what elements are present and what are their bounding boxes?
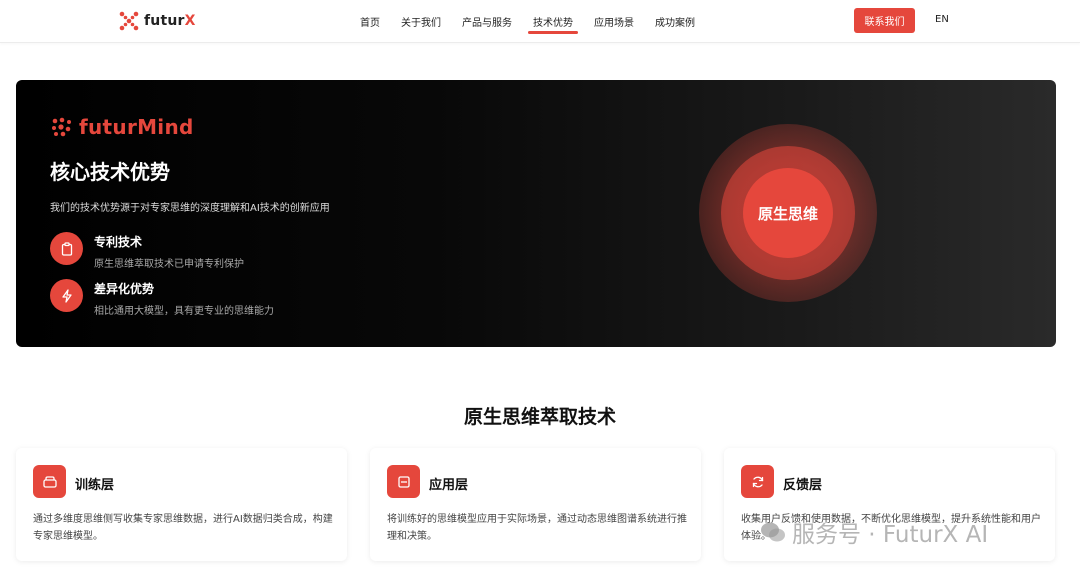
card-application-layer: 应用层 将训练好的思维模型应用于实际场景，通过动态思维图谱系统进行推理和决策。	[370, 448, 701, 561]
futurmind-logo-icon	[52, 117, 71, 137]
card-title: 反馈层	[783, 478, 823, 493]
feature-patent: 专利技术 原生思维萃取技术已申请专利保护	[50, 232, 244, 270]
orb-core: 原生思维	[743, 168, 833, 258]
hero-banner: futurMind 核心技术优势 我们的技术优势源于对专家思维的深度理解和AI技…	[16, 80, 1056, 347]
orb-label: 原生思维	[757, 204, 818, 223]
nav-link-home[interactable]: 首页	[360, 0, 380, 43]
card-title: 训练层	[75, 478, 115, 493]
nav-link-products[interactable]: 产品与服务	[462, 0, 512, 43]
nav-link-scenarios[interactable]: 应用场景	[594, 0, 634, 43]
section-title: 原生思维萃取技术	[463, 406, 616, 428]
clipboard-icon	[50, 232, 83, 265]
feature-differentiation: 差异化优势 相比通用大模型，具有更专业的思维能力	[50, 279, 274, 317]
layers-icon	[33, 465, 66, 498]
card-feedback-layer: 反馈层 收集用户反馈和使用数据，不断优化思维模型，提升系统性能和用户体验。	[724, 448, 1055, 561]
logo-mark-icon	[119, 11, 139, 31]
nav-link-technology[interactable]: 技术优势	[528, 0, 578, 43]
lightning-icon	[50, 279, 83, 312]
card-description: 将训练好的思维模型应用于实际场景，通过动态思维图谱系统进行推理和决策。	[387, 514, 687, 542]
card-training-layer: 训练层 通过多维度思维侧写收集专家思维数据，进行AI数据归类合成，构建专家思维模…	[16, 448, 347, 561]
hero-brand: futurMind	[51, 115, 194, 139]
hero-title: 核心技术优势	[50, 160, 170, 184]
contact-button[interactable]: 联系我们	[854, 8, 915, 33]
top-nav: futurX 首页 关于我们 产品与服务 技术优势 应用场景 成功案例 联系我们…	[0, 0, 1080, 43]
feature-subtitle: 原生思维萃取技术已申请专利保护	[94, 259, 244, 270]
panel-icon	[387, 465, 420, 498]
card-description: 通过多维度思维侧写收集专家思维数据，进行AI数据归类合成，构建专家思维模型。	[33, 514, 333, 542]
logo-text: futurX	[144, 13, 196, 29]
language-toggle[interactable]: EN	[935, 14, 949, 25]
nav-link-about[interactable]: 关于我们	[401, 0, 441, 43]
feature-title: 专利技术	[94, 235, 143, 249]
feature-subtitle: 相比通用大模型，具有更专业的思维能力	[94, 306, 274, 317]
feature-title: 差异化优势	[94, 282, 155, 296]
refresh-icon	[741, 465, 774, 498]
hero-description: 我们的技术优势源于对专家思维的深度理解和AI技术的创新应用	[50, 203, 330, 214]
hero-brand-text: futurMind	[79, 115, 194, 139]
site-logo[interactable]: futurX	[119, 10, 196, 32]
native-thinking-orb: 原生思维	[699, 124, 877, 302]
nav-links: 首页 关于我们 产品与服务 技术优势 应用场景 成功案例	[360, 0, 716, 43]
card-title: 应用层	[429, 478, 469, 493]
card-description: 收集用户反馈和使用数据，不断优化思维模型，提升系统性能和用户体验。	[741, 514, 1041, 542]
nav-link-cases[interactable]: 成功案例	[655, 0, 695, 43]
